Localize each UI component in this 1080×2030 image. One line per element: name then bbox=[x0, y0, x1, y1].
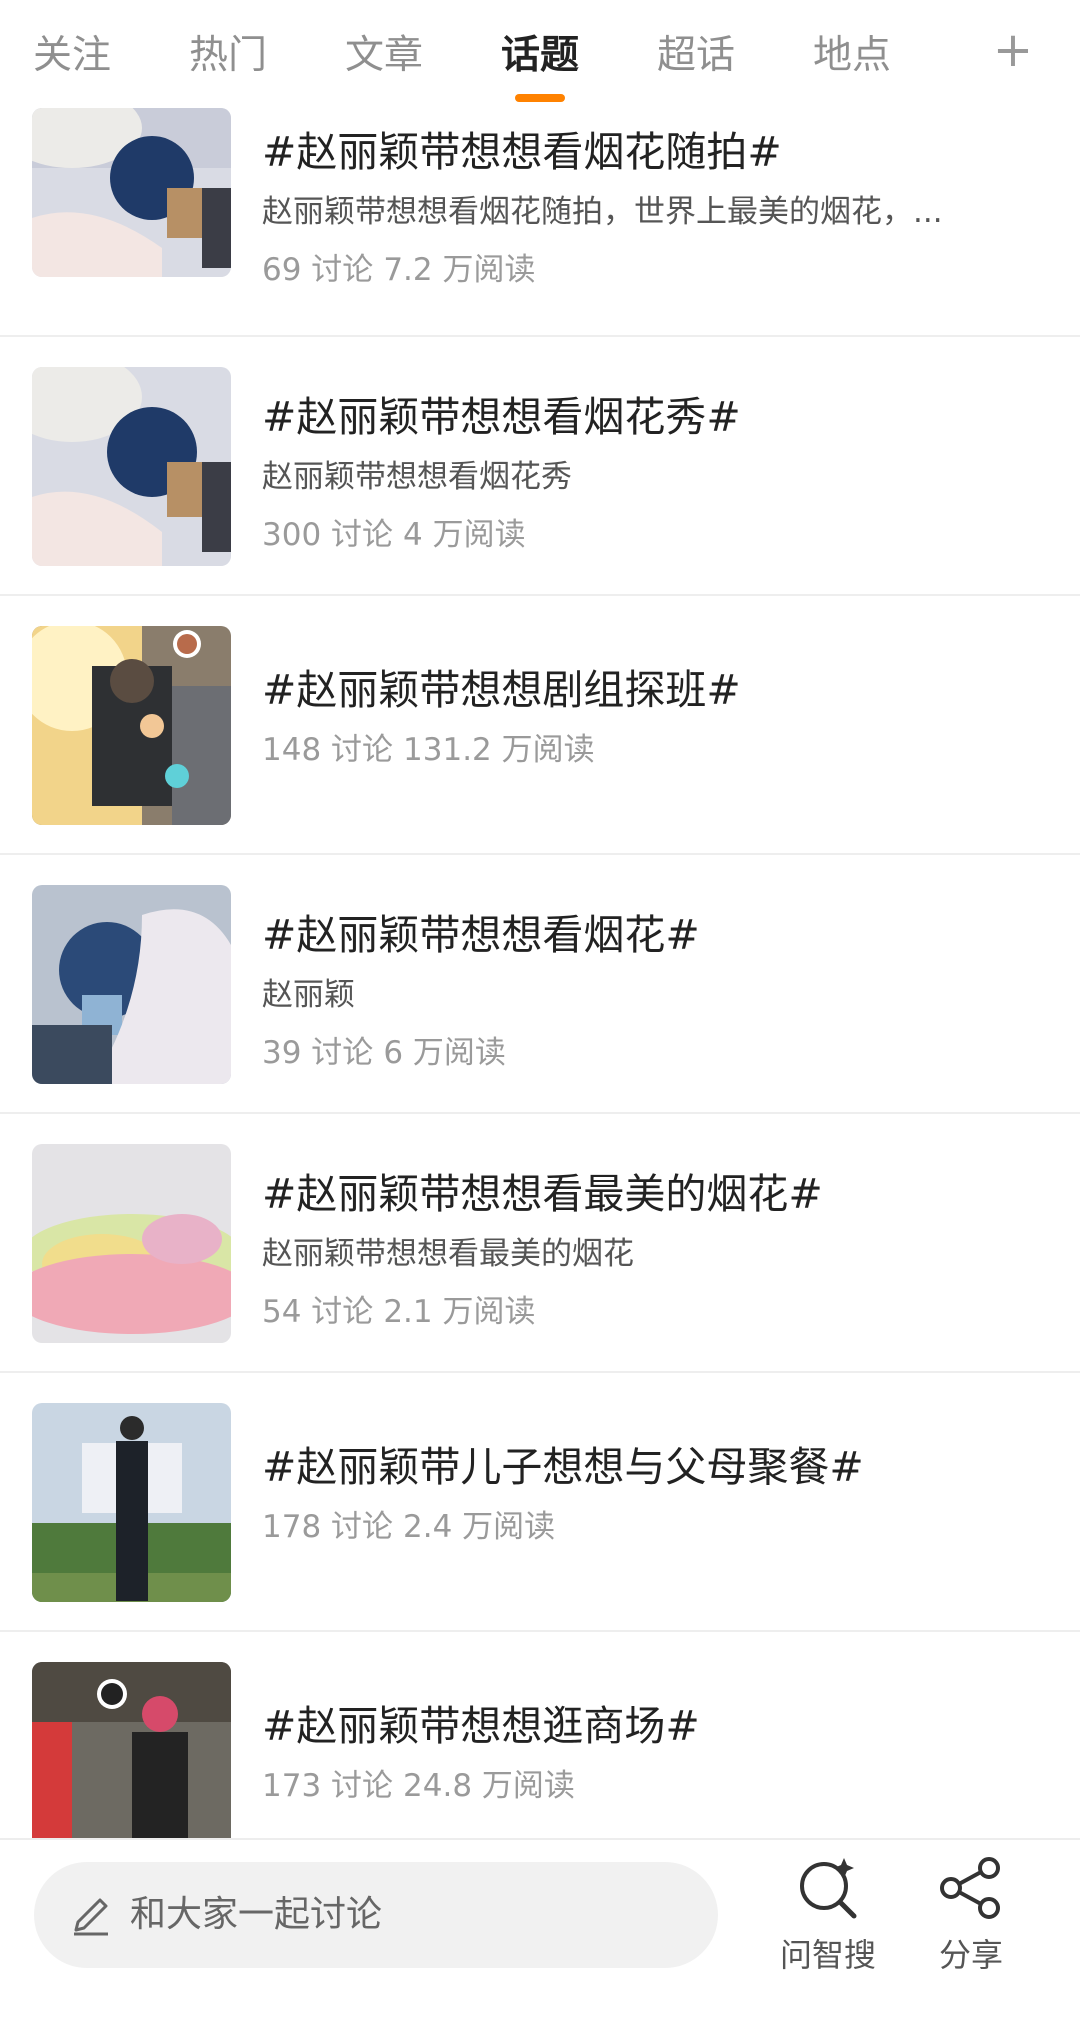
topic-stats: 54 讨论 2.1 万阅读 bbox=[262, 1286, 545, 1331]
topic-title: #赵丽颖带想想看烟花秀# bbox=[262, 393, 741, 441]
topic-title: #赵丽颖带想想看烟花随拍# bbox=[262, 128, 782, 176]
topic-thumbnail bbox=[32, 885, 231, 1084]
topic-title: #赵丽颖带想想剧组探班# bbox=[262, 666, 741, 714]
topic-item[interactable]: #赵丽颖带想想看最美的烟花# 赵丽颖带想想看最美的烟花 54 讨论 2.1 万阅读 bbox=[0, 1114, 1080, 1373]
read-count: 24.8 万阅读 bbox=[403, 1768, 575, 1804]
read-count: 131.2 万阅读 bbox=[403, 732, 595, 768]
topic-stats: 300 讨论 4 万阅读 bbox=[262, 509, 536, 554]
top-tab-bar: 关注 热门 文章 话题 超话 地点 + bbox=[0, 0, 1080, 108]
topic-list: #赵丽颖带想想看烟花随拍# 赵丽颖带想想看烟花随拍，世界上最美的烟花，... 6… bbox=[0, 108, 1080, 1838]
add-tab-icon[interactable]: + bbox=[985, 22, 1041, 78]
discussion-count: 148 讨论 bbox=[262, 732, 394, 768]
read-count: 2.1 万阅读 bbox=[383, 1294, 536, 1330]
bottom-bar: 和大家一起讨论 问智搜 分享 bbox=[0, 1838, 1080, 2030]
discuss-placeholder: 和大家一起讨论 bbox=[130, 1894, 383, 1935]
tab-follow[interactable]: 关注 bbox=[22, 28, 122, 84]
discuss-input[interactable]: 和大家一起讨论 bbox=[34, 1862, 718, 1968]
discussion-count: 300 讨论 bbox=[262, 517, 394, 553]
topic-thumbnail bbox=[32, 108, 231, 277]
topic-item[interactable]: #赵丽颖带想想剧组探班# 148 讨论 131.2 万阅读 bbox=[0, 596, 1080, 855]
topic-thumbnail bbox=[32, 1144, 231, 1343]
discussion-count: 173 讨论 bbox=[262, 1768, 394, 1804]
ai-search-icon bbox=[800, 1858, 857, 1919]
topic-item[interactable]: #赵丽颖带想想看烟花秀# 赵丽颖带想想看烟花秀 300 讨论 4 万阅读 bbox=[0, 337, 1080, 596]
topic-title: #赵丽颖带想想看最美的烟花# bbox=[262, 1170, 823, 1218]
tab-articles[interactable]: 文章 bbox=[334, 28, 434, 84]
discussion-count: 69 讨论 bbox=[262, 252, 374, 288]
share-button[interactable]: 分享 bbox=[906, 1852, 1036, 1976]
read-count: 7.2 万阅读 bbox=[383, 252, 536, 288]
tab-hot[interactable]: 热门 bbox=[178, 28, 278, 84]
pencil-icon bbox=[74, 1898, 108, 1936]
topic-description: 赵丽颖 bbox=[262, 977, 355, 1013]
topic-thumbnail bbox=[32, 626, 231, 825]
active-tab-indicator bbox=[515, 94, 565, 102]
ai-search-button[interactable]: 问智搜 bbox=[763, 1852, 893, 1976]
topic-stats: 39 讨论 6 万阅读 bbox=[262, 1027, 516, 1072]
share-label: 分享 bbox=[938, 1936, 1003, 1974]
topic-thumbnail bbox=[32, 1403, 231, 1602]
topic-stats: 148 讨论 131.2 万阅读 bbox=[262, 724, 605, 769]
read-count: 2.4 万阅读 bbox=[403, 1509, 556, 1545]
discussion-count: 39 讨论 bbox=[262, 1035, 374, 1071]
share-icon bbox=[940, 1857, 1000, 1919]
discussion-count: 178 讨论 bbox=[262, 1509, 394, 1545]
tab-topics[interactable]: 话题 bbox=[490, 28, 590, 84]
topic-title: #赵丽颖带想想逛商场# bbox=[262, 1702, 700, 1750]
topic-item[interactable]: #赵丽颖带想想看烟花随拍# 赵丽颖带想想看烟花随拍，世界上最美的烟花，... 6… bbox=[0, 108, 1080, 337]
topic-item[interactable]: #赵丽颖带想想看烟花# 赵丽颖 39 讨论 6 万阅读 bbox=[0, 855, 1080, 1114]
topic-title: #赵丽颖带想想看烟花# bbox=[262, 911, 700, 959]
topic-item[interactable]: #赵丽颖带想想逛商场# 173 讨论 24.8 万阅读 bbox=[0, 1632, 1080, 1838]
topic-stats: 173 讨论 24.8 万阅读 bbox=[262, 1760, 585, 1805]
topic-title: #赵丽颖带儿子想想与父母聚餐# bbox=[262, 1443, 864, 1491]
topic-stats: 178 讨论 2.4 万阅读 bbox=[262, 1501, 565, 1546]
tab-places[interactable]: 地点 bbox=[802, 28, 902, 84]
topic-description: 赵丽颖带想想看烟花秀 bbox=[262, 459, 572, 495]
discussion-count: 54 讨论 bbox=[262, 1294, 374, 1330]
topic-description: 赵丽颖带想想看烟花随拍，世界上最美的烟花，... bbox=[262, 194, 943, 230]
tab-super-topics[interactable]: 超话 bbox=[646, 28, 746, 84]
topic-thumbnail bbox=[32, 1662, 231, 1838]
topic-stats: 69 讨论 7.2 万阅读 bbox=[262, 244, 545, 289]
read-count: 6 万阅读 bbox=[383, 1035, 506, 1071]
read-count: 4 万阅读 bbox=[403, 517, 526, 553]
topic-description: 赵丽颖带想想看最美的烟花 bbox=[262, 1236, 634, 1272]
topic-thumbnail bbox=[32, 367, 231, 566]
ai-search-label: 问智搜 bbox=[779, 1936, 876, 1974]
topic-item[interactable]: #赵丽颖带儿子想想与父母聚餐# 178 讨论 2.4 万阅读 bbox=[0, 1373, 1080, 1632]
